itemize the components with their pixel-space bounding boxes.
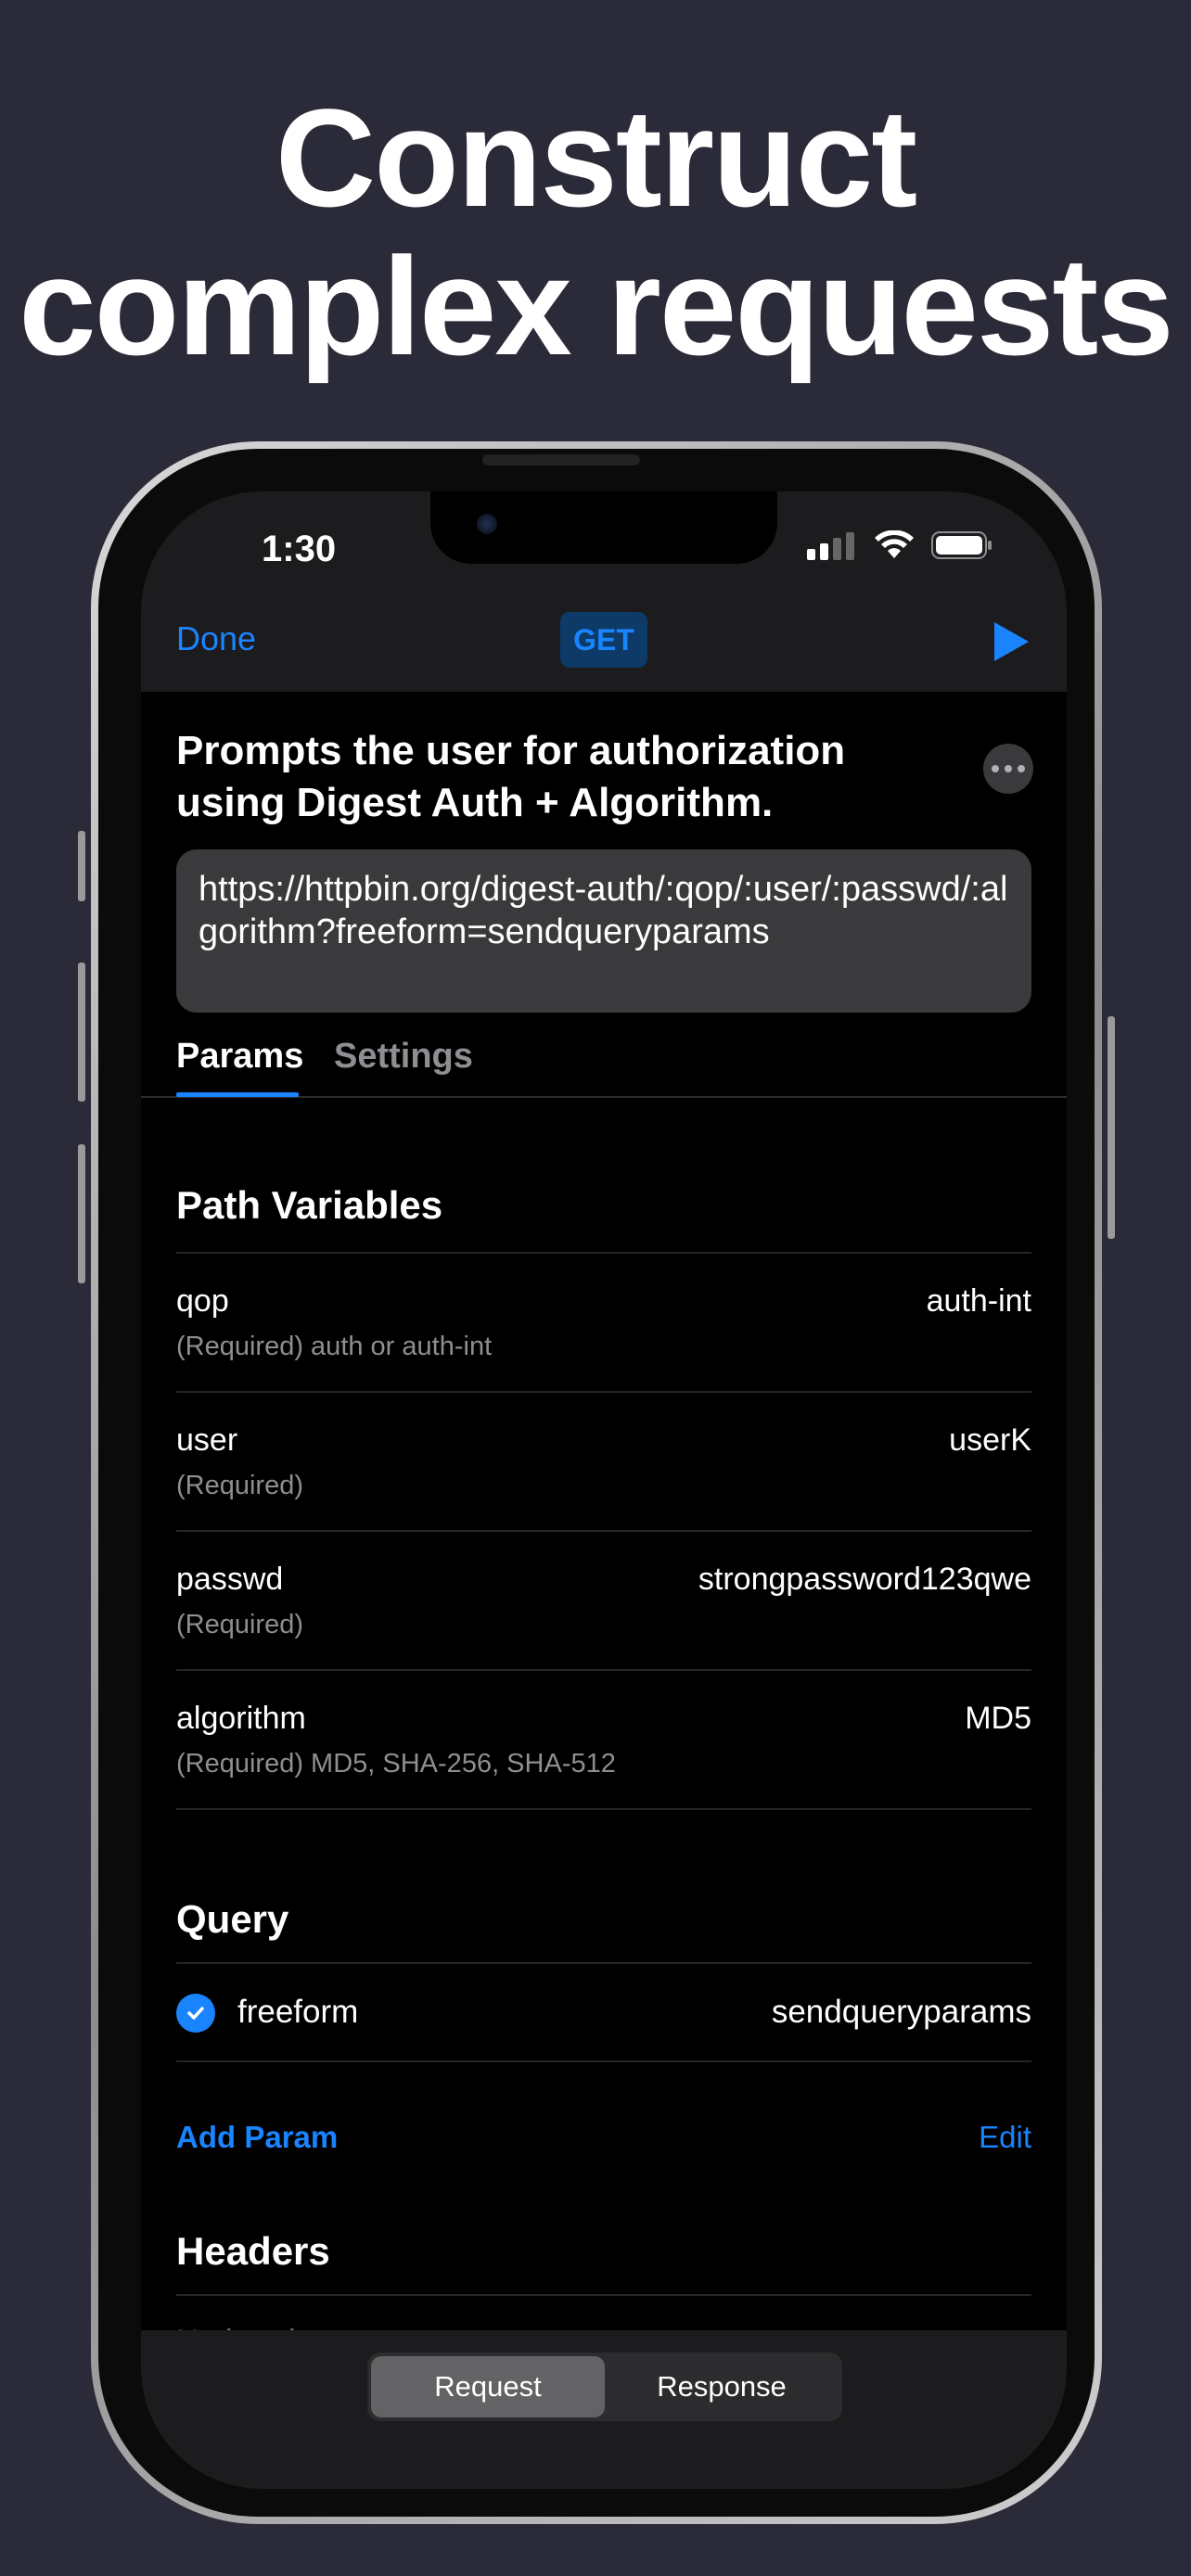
path-variable-row[interactable]: qop (Required) auth or auth-int auth-int	[176, 1254, 1031, 1393]
http-method-selector[interactable]: GET	[560, 612, 647, 668]
divider	[176, 1808, 1031, 1810]
headers-title: Headers	[176, 2229, 330, 2273]
path-variable-row[interactable]: algorithm (Required) MD5, SHA-256, SHA-5…	[176, 1671, 1031, 1810]
path-variable-description: (Required) auth or auth-int	[176, 1332, 493, 1361]
divider	[176, 2294, 1031, 2296]
tab-settings[interactable]: Settings	[334, 1037, 473, 1077]
path-variable-value[interactable]: userK	[949, 1422, 1031, 1459]
add-param-button[interactable]: Add Param	[176, 2120, 338, 2155]
path-variable-row[interactable]: passwd (Required) strongpassword123qwe	[176, 1532, 1031, 1671]
path-variable-description: (Required)	[176, 1471, 303, 1500]
status-bar: 1:30	[141, 491, 1067, 593]
status-icons	[807, 530, 992, 560]
cellular-signal-icon	[807, 532, 854, 560]
tab-bar: Params Settings	[141, 1037, 1067, 1098]
headline-line-2: complex requests	[19, 228, 1174, 384]
phone-screen: 1:30 Done GET Prompts the user for autho…	[141, 491, 1067, 2489]
play-icon[interactable]	[991, 619, 1031, 664]
path-variable-value[interactable]: auth-int	[927, 1283, 1031, 1320]
bottom-toolbar: Request Response	[141, 2330, 1067, 2489]
divider	[176, 2060, 1031, 2062]
tab-active-indicator	[176, 1092, 299, 1097]
status-time: 1:30	[262, 529, 337, 569]
path-variable-name: qop	[176, 1283, 229, 1319]
path-variable-description: (Required)	[176, 1610, 303, 1639]
query-title: Query	[176, 1897, 289, 1941]
checkmark-icon[interactable]	[176, 1994, 215, 2033]
front-camera	[477, 514, 497, 534]
url-field[interactable]: https://httpbin.org/digest-auth/:qop/:us…	[176, 849, 1031, 1013]
phone-volume-down-button	[78, 1144, 85, 1283]
query-param-name[interactable]: freeform	[237, 1994, 358, 2031]
path-variables-title: Path Variables	[176, 1183, 443, 1227]
path-variable-name: user	[176, 1422, 238, 1458]
path-variable-row[interactable]: user (Required) userK	[176, 1393, 1031, 1532]
path-variable-description: (Required) MD5, SHA-256, SHA-512	[176, 1749, 616, 1779]
edit-button[interactable]: Edit	[979, 2120, 1031, 2155]
query-param-row[interactable]: freeform sendqueryparams	[176, 1964, 1031, 2060]
phone-volume-up-button	[78, 963, 85, 1102]
segment-response[interactable]: Response	[605, 2356, 839, 2417]
phone-frame: 1:30 Done GET Prompts the user for autho…	[78, 441, 1115, 2524]
segment-request[interactable]: Request	[371, 2356, 605, 2417]
done-button[interactable]: Done	[176, 619, 256, 658]
tab-params[interactable]: Params	[176, 1037, 303, 1077]
nav-bar: Done GET	[141, 593, 1067, 692]
phone-bezel: 1:30 Done GET Prompts the user for autho…	[98, 449, 1095, 2517]
phone-power-button	[1108, 1016, 1115, 1239]
query-param-value[interactable]: sendqueryparams	[772, 1994, 1031, 2031]
phone-silent-switch	[78, 831, 85, 901]
path-variable-value[interactable]: MD5	[965, 1701, 1031, 1737]
wifi-icon	[875, 530, 914, 558]
battery-icon	[931, 531, 992, 559]
path-variable-name: passwd	[176, 1562, 284, 1597]
headline-line-1: Construct	[275, 80, 917, 236]
path-variable-value[interactable]: strongpassword123qwe	[698, 1562, 1031, 1598]
phone-speaker	[482, 454, 640, 465]
promo-headline: Construct complex requests	[0, 83, 1191, 380]
more-options-icon[interactable]	[983, 744, 1033, 794]
dynamic-island	[430, 491, 777, 564]
request-title[interactable]: Prompts the user for authorization using…	[176, 725, 918, 829]
request-response-segmented-control: Request Response	[367, 2353, 842, 2421]
path-variable-name: algorithm	[176, 1701, 306, 1736]
